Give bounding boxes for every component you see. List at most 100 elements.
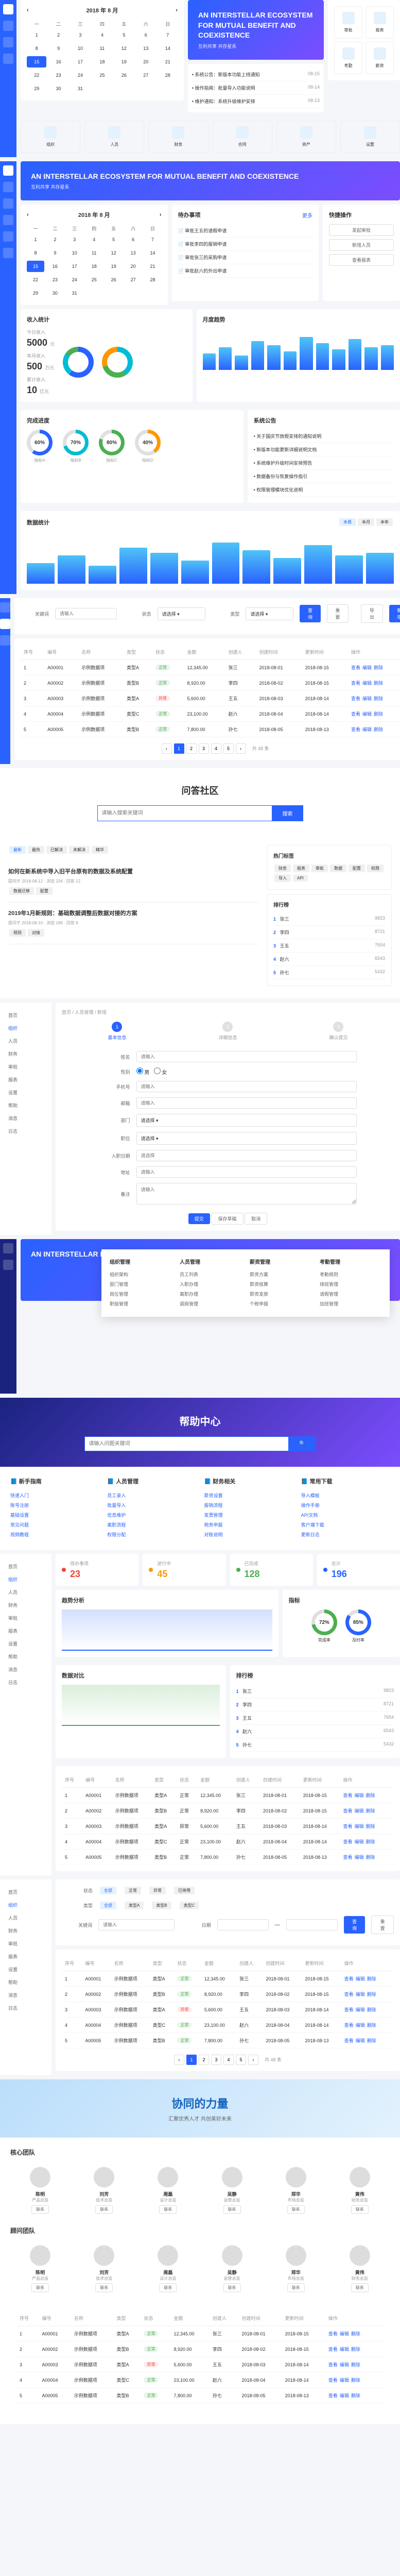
filter-chip[interactable]: 全部	[100, 1902, 116, 1909]
row-action[interactable]: 删除	[367, 1976, 376, 1981]
calendar-date[interactable]: 25	[85, 274, 103, 285]
addr-input[interactable]	[136, 1166, 357, 1178]
team-member[interactable]: 陈明产品总监 联系	[10, 2163, 70, 2218]
contact-button[interactable]: 联系	[287, 2283, 305, 2292]
row-action[interactable]: 编辑	[356, 2038, 365, 2043]
filter-chip[interactable]: 类型B	[152, 1902, 171, 1909]
team-member[interactable]: 吴静运营总监 联系	[202, 2163, 262, 2218]
calendar-date[interactable]: 20	[125, 261, 142, 272]
row-action[interactable]: 编辑	[356, 2023, 365, 2028]
calendar-date[interactable]: 19	[114, 56, 134, 67]
email-input[interactable]	[136, 1097, 357, 1109]
megamenu-link[interactable]: 员工列表	[180, 1269, 241, 1279]
nav-item[interactable]: 组织	[6, 1022, 45, 1035]
page-number[interactable]: 4	[223, 2055, 234, 2065]
list-item[interactable]: • 维护通知：系统升级维护安排08-13	[192, 95, 320, 108]
calendar-date[interactable]: 5	[114, 29, 134, 41]
row-action[interactable]: 删除	[367, 2023, 376, 2028]
row-action[interactable]: 编辑	[354, 1855, 363, 1860]
community-filter[interactable]: 最热	[28, 846, 44, 854]
team-member[interactable]: 黄伟财务总监 联系	[330, 2241, 390, 2296]
list-item[interactable]: • 系统公告：新版本功能上线通知08-15	[192, 68, 320, 81]
page-number[interactable]: 5	[236, 2055, 246, 2065]
help-link[interactable]: 薪资设置	[204, 1490, 293, 1500]
calendar-date[interactable]: 12	[114, 43, 134, 54]
calendar-date[interactable]: 7	[158, 29, 177, 41]
community-search-button[interactable]: 搜索	[272, 805, 303, 821]
calendar-date[interactable]: 30	[46, 287, 64, 299]
calendar-date[interactable]: 22	[27, 70, 46, 81]
help-link[interactable]: 账号注册	[10, 1500, 99, 1510]
nav-item[interactable]: 日志	[6, 2002, 45, 2014]
row-action[interactable]: 删除	[351, 2347, 360, 2352]
calendar-date[interactable]: 6	[136, 29, 155, 41]
help-link[interactable]: 批量导入	[107, 1500, 196, 1510]
sidebar-item[interactable]	[0, 619, 10, 629]
calendar-date[interactable]: 8	[27, 43, 46, 54]
filter-chip[interactable]: 类型A	[125, 1902, 144, 1909]
megamenu-link[interactable]: 请假管理	[320, 1289, 381, 1299]
team-member[interactable]: 刘芳技术总监 联系	[74, 2163, 134, 2218]
hot-tag[interactable]: 报表	[293, 865, 309, 872]
calendar-date[interactable]: 26	[105, 274, 123, 285]
nav-item[interactable]: 消息	[6, 1112, 45, 1125]
calendar-date[interactable]: 27	[125, 274, 142, 285]
cal-prev-icon[interactable]: ‹	[27, 212, 29, 218]
team-member[interactable]: 黄伟财务总监 联系	[330, 2163, 390, 2218]
cal-prev-icon[interactable]: ‹	[27, 7, 29, 13]
calendar-date[interactable]: 18	[85, 261, 103, 272]
calendar-date[interactable]: 11	[92, 43, 112, 54]
calendar-date[interactable]: 9	[46, 247, 64, 259]
help-link[interactable]: 基础设置	[10, 1510, 99, 1520]
community-filter[interactable]: 最新	[9, 846, 26, 854]
megamenu-link[interactable]: 调岗管理	[180, 1299, 241, 1309]
nav-item[interactable]: 审批	[6, 1612, 45, 1624]
row-action[interactable]: 编辑	[354, 1824, 363, 1829]
community-post[interactable]: 2019年1月新规则：基础数据调整后数据对接的方案 提问于 2018-08-10…	[8, 903, 258, 944]
sidebar-item[interactable]	[3, 215, 13, 225]
row-action[interactable]: 删除	[351, 2331, 360, 2336]
filter-chip[interactable]: 异常	[149, 1887, 166, 1894]
megamenu-link[interactable]: 职级管理	[110, 1299, 171, 1309]
sidebar-item[interactable]	[3, 248, 13, 258]
help-link[interactable]: 客户端下载	[301, 1520, 390, 1530]
cancel-button[interactable]: 取消	[245, 1213, 267, 1225]
row-action[interactable]: 删除	[351, 2378, 360, 2383]
nav-item[interactable]: 首页	[6, 1886, 45, 1899]
megamenu-link[interactable]: 岗位管理	[110, 1289, 171, 1299]
calendar-date[interactable]: 12	[105, 247, 123, 259]
filter-tag[interactable]: 本年	[376, 518, 393, 526]
hot-tag[interactable]: 导入	[274, 874, 291, 882]
export-button[interactable]: 导出	[361, 604, 382, 623]
page-number[interactable]: 5	[223, 743, 234, 754]
row-action[interactable]: 查看	[328, 2347, 338, 2352]
help-link[interactable]: API文档	[301, 1510, 390, 1520]
contact-button[interactable]: 联系	[159, 2205, 177, 2214]
row-action[interactable]: 查看	[343, 1808, 352, 1814]
help-search-input[interactable]	[84, 1436, 289, 1451]
row-action[interactable]: 编辑	[356, 2007, 365, 2012]
row-action[interactable]: 查看	[351, 696, 360, 701]
calendar-date[interactable]: 15	[27, 261, 44, 272]
calendar-date[interactable]: 16	[46, 261, 64, 272]
calendar-date[interactable]: 30	[48, 83, 68, 94]
row-action[interactable]: 删除	[374, 665, 383, 670]
nav-item[interactable]: 报表	[6, 1950, 45, 1963]
todo-item[interactable]: 📄 审批王五的请假申请	[178, 224, 313, 238]
search-input[interactable]	[55, 608, 117, 619]
megamenu-link[interactable]: 薪资发放	[250, 1289, 311, 1299]
row-action[interactable]: 编辑	[362, 696, 372, 701]
announcement-item[interactable]: • 数据备份与恢复操作指引	[254, 470, 394, 483]
contact-button[interactable]: 联系	[351, 2205, 369, 2214]
row-action[interactable]: 删除	[366, 1793, 375, 1798]
type-select[interactable]: 请选择 ▾	[246, 607, 293, 620]
nav-item[interactable]: 组织	[6, 1573, 45, 1586]
calendar-date[interactable]: 13	[136, 43, 155, 54]
cal-next-icon[interactable]: ›	[176, 7, 178, 13]
row-action[interactable]: 删除	[367, 2007, 376, 2012]
status-select[interactable]: 请选择 ▾	[158, 607, 205, 620]
hot-tag[interactable]: 权限	[367, 865, 384, 872]
help-link[interactable]: 对账说明	[204, 1530, 293, 1539]
calendar-date[interactable]: 26	[114, 70, 134, 81]
help-link[interactable]: 离职流程	[107, 1520, 196, 1530]
